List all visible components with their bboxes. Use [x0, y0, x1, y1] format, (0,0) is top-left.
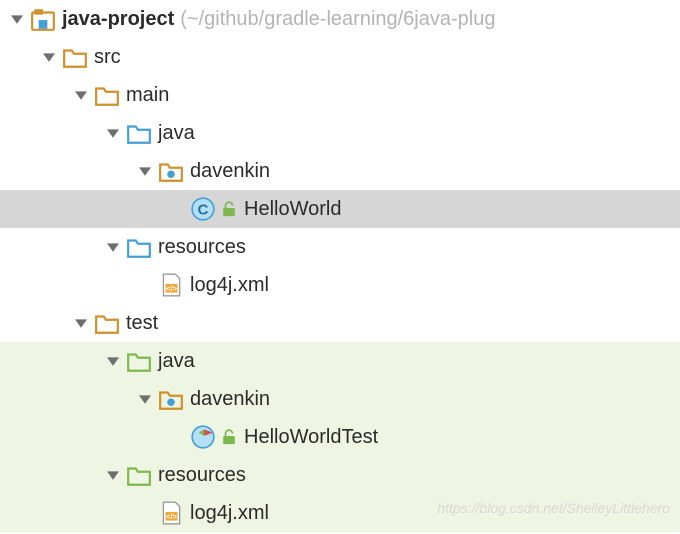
chevron-down-icon[interactable]: [104, 466, 122, 484]
node-label: java: [158, 350, 195, 373]
tree-node-main-resources[interactable]: resources: [0, 228, 680, 266]
node-label: main: [126, 84, 169, 107]
node-label: HelloWorldTest: [244, 426, 378, 449]
path-hint: (~/github/gradle-learning/6java-plug: [180, 8, 495, 31]
node-label: java-project: [62, 8, 174, 31]
test-resources-folder-icon: [126, 462, 152, 488]
tree-node-davenkin-test[interactable]: davenkin: [0, 380, 680, 418]
unlock-icon: [222, 202, 236, 216]
source-folder-icon: [126, 120, 152, 146]
tree-node-main[interactable]: main: [0, 76, 680, 114]
node-label: resources: [158, 464, 246, 487]
chevron-down-icon[interactable]: [8, 10, 26, 28]
tree-node-log4j-main[interactable]: </> log4j.xml: [0, 266, 680, 304]
svg-text:</>: </>: [166, 284, 178, 293]
chevron-down-icon[interactable]: [104, 352, 122, 370]
tree-node-helloworld[interactable]: C HelloWorld: [0, 190, 680, 228]
tree-node-src[interactable]: src: [0, 38, 680, 76]
node-label: davenkin: [190, 160, 270, 183]
xml-file-icon: </>: [158, 272, 184, 298]
node-label: java: [158, 122, 195, 145]
package-icon: [158, 386, 184, 412]
chevron-down-icon[interactable]: [40, 48, 58, 66]
xml-file-icon: </>: [158, 500, 184, 526]
resources-folder-icon: [126, 234, 152, 260]
node-label: log4j.xml: [190, 274, 269, 297]
node-label: davenkin: [190, 388, 270, 411]
package-icon: [158, 158, 184, 184]
watermark: https://blog.csdn.net/ShelleyLittlehero: [437, 500, 670, 516]
chevron-down-icon[interactable]: [72, 314, 90, 332]
folder-icon: [94, 310, 120, 336]
node-label: resources: [158, 236, 246, 259]
tree-node-davenkin-main[interactable]: davenkin: [0, 152, 680, 190]
node-label: HelloWorld: [244, 198, 341, 221]
tree-node-test-resources[interactable]: resources: [0, 456, 680, 494]
class-icon: C: [190, 196, 216, 222]
tree-node-root[interactable]: java-project (~/github/gradle-learning/6…: [0, 0, 680, 38]
folder-icon: [94, 82, 120, 108]
node-label: test: [126, 312, 158, 335]
tree-node-main-java[interactable]: java: [0, 114, 680, 152]
chevron-down-icon[interactable]: [136, 162, 154, 180]
unlock-icon: [222, 430, 236, 444]
module-icon: [30, 6, 56, 32]
chevron-down-icon[interactable]: [104, 124, 122, 142]
chevron-down-icon[interactable]: [136, 390, 154, 408]
chevron-down-icon[interactable]: [72, 86, 90, 104]
svg-text:C: C: [198, 201, 209, 218]
tree-node-test-java[interactable]: java: [0, 342, 680, 380]
test-class-icon: [190, 424, 216, 450]
chevron-down-icon[interactable]: [104, 238, 122, 256]
node-label: log4j.xml: [190, 502, 269, 525]
test-source-folder-icon: [126, 348, 152, 374]
node-label: src: [94, 46, 121, 69]
folder-icon: [62, 44, 88, 70]
svg-text:</>: </>: [166, 512, 178, 521]
tree-node-helloworldtest[interactable]: HelloWorldTest: [0, 418, 680, 456]
tree-node-test[interactable]: test: [0, 304, 680, 342]
